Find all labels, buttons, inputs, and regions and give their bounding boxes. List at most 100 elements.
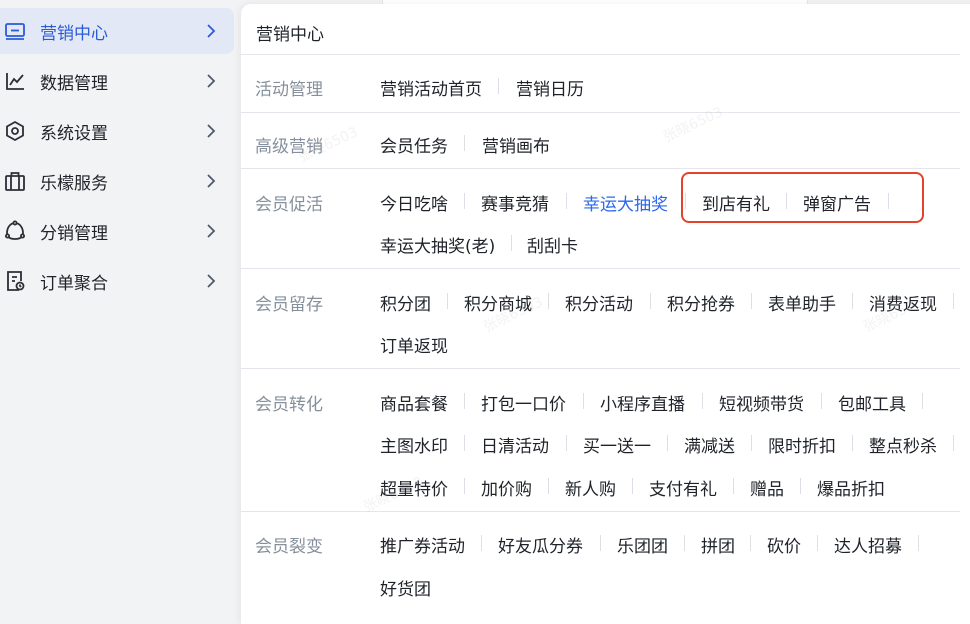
sidebar-item-label: 系统设置 xyxy=(40,123,108,144)
group-label-conversion: 会员转化 xyxy=(255,395,323,415)
separator xyxy=(733,478,734,494)
briefcase-icon xyxy=(3,169,27,193)
separator xyxy=(650,293,651,309)
menu-link[interactable]: 日清活动 xyxy=(481,432,549,457)
menu-link[interactable]: 积分抢券 xyxy=(667,290,735,315)
menu-link[interactable]: 好货团 xyxy=(380,575,431,600)
sidebar-item-lemeng-service[interactable]: 乐檬服务 xyxy=(0,158,234,204)
separator xyxy=(750,535,751,551)
menu-link[interactable]: 积分商城 xyxy=(464,290,532,315)
menu-link[interactable]: 积分团 xyxy=(380,290,431,315)
menu-link[interactable]: 加价购 xyxy=(481,475,532,500)
chevron-right-icon xyxy=(204,224,218,238)
menu-link[interactable]: 达人招募 xyxy=(834,532,902,557)
menu-link[interactable]: 消费返现 xyxy=(869,290,937,315)
separator xyxy=(821,393,822,409)
group-label-activity: 活动管理 xyxy=(255,80,323,100)
marketing-center-panel: 营销中心 活动管理 营销活动首页 营销日历 高级营销 会员任务 营销画布 会员促… xyxy=(241,4,970,624)
separator xyxy=(548,478,549,494)
share-nodes-icon xyxy=(3,219,27,243)
separator xyxy=(447,293,448,309)
separator xyxy=(817,535,818,551)
chevron-right-icon xyxy=(204,124,218,138)
separator xyxy=(751,435,752,451)
sidebar-item-label: 分销管理 xyxy=(40,223,108,244)
separator xyxy=(953,435,954,451)
menu-link[interactable]: 商品套餐 xyxy=(380,390,448,415)
separator xyxy=(511,235,512,251)
highlight-box xyxy=(681,172,924,223)
group-label-activation: 会员促活 xyxy=(255,195,323,215)
chevron-right-icon xyxy=(204,274,218,288)
menu-link[interactable]: 今日吃啥 xyxy=(380,190,448,215)
separator xyxy=(684,535,685,551)
menu-link[interactable]: 小程序直播 xyxy=(600,390,685,415)
menu-link[interactable]: 主图水印 xyxy=(380,432,448,457)
menu-link[interactable]: 营销活动首页 xyxy=(380,75,482,100)
menu-link[interactable]: 推广券活动 xyxy=(380,532,465,557)
menu-link[interactable]: 乐团团 xyxy=(617,532,668,557)
menu-link[interactable]: 表单助手 xyxy=(768,290,836,315)
divider xyxy=(241,511,960,512)
menu-link[interactable]: 营销日历 xyxy=(516,75,584,100)
separator xyxy=(566,193,567,209)
menu-link[interactable]: 积分活动 xyxy=(565,290,633,315)
separator xyxy=(852,435,853,451)
menu-link[interactable]: 爆品折扣 xyxy=(817,475,885,500)
menu-link[interactable]: 好友瓜分券 xyxy=(498,532,583,557)
separator xyxy=(481,535,482,551)
chevron-right-icon xyxy=(204,74,218,88)
separator xyxy=(583,393,584,409)
separator xyxy=(922,393,923,409)
separator xyxy=(632,478,633,494)
menu-link[interactable]: 赠品 xyxy=(750,475,784,500)
divider xyxy=(241,268,960,269)
menu-link[interactable]: 刮刮卡 xyxy=(527,232,578,257)
separator xyxy=(464,393,465,409)
separator xyxy=(464,478,465,494)
group-label-advanced: 高级营销 xyxy=(255,137,323,157)
menu-link[interactable]: 超量特价 xyxy=(380,475,448,500)
menu-link[interactable]: 支付有礼 xyxy=(649,475,717,500)
sidebar: 营销中心 数据管理 系统设置 乐檬服务 分销管理 订单聚合 xyxy=(0,0,238,609)
hexagon-settings-icon xyxy=(3,119,27,143)
monitor-icon xyxy=(3,19,27,43)
separator xyxy=(751,293,752,309)
sidebar-item-distribution[interactable]: 分销管理 xyxy=(0,208,234,254)
menu-link[interactable]: 包邮工具 xyxy=(838,390,906,415)
group-label-retention: 会员留存 xyxy=(255,295,323,315)
divider xyxy=(241,368,960,369)
sidebar-item-label: 乐檬服务 xyxy=(40,173,108,194)
menu-link[interactable]: 营销画布 xyxy=(482,132,550,157)
separator xyxy=(548,293,549,309)
menu-link[interactable]: 砍价 xyxy=(767,532,801,557)
menu-link[interactable]: 买一送一 xyxy=(583,432,651,457)
menu-link[interactable]: 打包一口价 xyxy=(481,390,566,415)
panel-title: 营销中心 xyxy=(256,25,324,45)
menu-link[interactable]: 拼团 xyxy=(701,532,735,557)
sidebar-item-order-aggregation[interactable]: 订单聚合 xyxy=(0,258,234,304)
menu-link-selected[interactable]: 幸运大抽奖 xyxy=(583,190,668,215)
sidebar-item-system-settings[interactable]: 系统设置 xyxy=(0,108,234,154)
menu-link[interactable]: 限时折扣 xyxy=(768,432,836,457)
separator xyxy=(918,535,919,551)
menu-link[interactable]: 整点秒杀 xyxy=(869,432,937,457)
menu-link[interactable]: 短视频带货 xyxy=(719,390,804,415)
separator xyxy=(600,535,601,551)
sidebar-item-data-management[interactable]: 数据管理 xyxy=(0,58,234,104)
menu-link[interactable]: 满减送 xyxy=(684,432,735,457)
menu-link[interactable]: 幸运大抽奖(老) xyxy=(380,232,495,257)
divider xyxy=(241,168,960,169)
divider xyxy=(241,54,960,55)
menu-link[interactable]: 会员任务 xyxy=(380,132,448,157)
separator xyxy=(464,193,465,209)
menu-link[interactable]: 新人购 xyxy=(565,475,616,500)
menu-link[interactable]: 赛事竞猜 xyxy=(481,190,549,215)
chevron-right-icon xyxy=(204,24,218,38)
watermark: 张晓6503 xyxy=(661,104,726,146)
separator xyxy=(852,293,853,309)
divider xyxy=(241,112,960,113)
sidebar-item-marketing-center[interactable]: 营销中心 xyxy=(0,8,234,54)
menu-link[interactable]: 订单返现 xyxy=(380,332,448,357)
line-chart-icon xyxy=(3,69,27,93)
